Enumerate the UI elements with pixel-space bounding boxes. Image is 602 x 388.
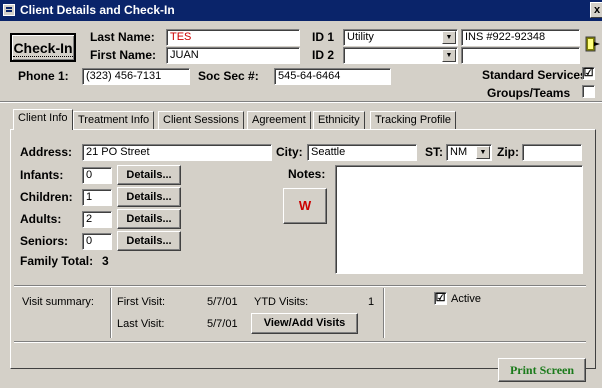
adults-label: Adults: <box>20 212 62 226</box>
family-total-label: Family Total: <box>20 254 94 268</box>
address-field[interactable]: 21 PO Street <box>82 144 272 161</box>
client-details-window: Client Details and Check-In x Check-In L… <box>0 0 602 388</box>
id2-label: ID 2 <box>312 48 335 62</box>
check-in-label: Check-In <box>13 40 73 57</box>
chevron-down-icon[interactable]: ▼ <box>476 146 490 159</box>
tab-client-info[interactable]: Client Info <box>13 109 73 130</box>
id1-type-select[interactable]: Utility ▼ <box>343 29 458 46</box>
last-visit-label: Last Visit: <box>117 318 165 330</box>
infants-label: Infants: <box>20 168 64 182</box>
active-label: Active <box>451 293 481 305</box>
view-add-visits-button[interactable]: View/Add Visits <box>251 313 358 334</box>
tab-client-sessions[interactable]: Client Sessions <box>158 111 244 129</box>
infants-field[interactable]: 0 <box>82 167 112 184</box>
state-label: ST: <box>425 145 443 159</box>
visit-summary-divider-top <box>14 285 586 287</box>
form-icon <box>3 4 15 16</box>
last-visit-value: 5/7/01 <box>207 318 238 330</box>
first-visit-value: 5/7/01 <box>207 296 238 308</box>
standard-services-checkbox[interactable]: ☑ <box>582 67 595 80</box>
state-select[interactable]: NM ▼ <box>446 144 492 161</box>
tab-tracking-profile[interactable]: Tracking Profile <box>370 111 457 129</box>
chevron-down-icon[interactable]: ▼ <box>442 31 456 44</box>
window-title: Client Details and Check-In <box>20 3 175 17</box>
standard-services-label: Standard Services <box>482 68 587 82</box>
ytd-visits-value: 1 <box>368 296 375 308</box>
first-name-label: First Name: <box>90 48 157 62</box>
family-total-value: 3 <box>102 254 109 268</box>
ytd-visits-label: YTD Visits: <box>254 296 309 308</box>
last-name-field[interactable]: TES <box>166 29 300 46</box>
zip-label: Zip: <box>497 145 519 159</box>
tab-agreement[interactable]: Agreement <box>247 111 311 129</box>
address-label: Address: <box>20 145 73 159</box>
ssn-field[interactable]: 545-64-6464 <box>274 68 391 85</box>
visit-summary-separator-right <box>383 288 384 338</box>
last-name-label: Last Name: <box>90 30 155 44</box>
groups-teams-label: Groups/Teams <box>487 86 571 100</box>
infants-details-button[interactable]: Details... <box>117 165 181 185</box>
first-name-field[interactable]: JUAN <box>166 47 300 64</box>
id1-type-value: Utility <box>347 31 374 43</box>
phone1-field[interactable]: (323) 456-7131 <box>82 68 190 85</box>
id1-label: ID 1 <box>312 30 335 44</box>
first-visit-label: First Visit: <box>117 296 166 308</box>
phone1-label: Phone 1: <box>18 69 69 83</box>
visit-summary-separator <box>110 288 111 338</box>
adults-details-button[interactable]: Details... <box>117 209 181 229</box>
seniors-label: Seniors: <box>20 234 69 248</box>
id2-value-field[interactable] <box>461 47 580 64</box>
id1-value-field[interactable]: INS #922-92348 <box>461 29 580 46</box>
header-divider <box>0 101 602 103</box>
children-field[interactable]: 1 <box>82 189 112 206</box>
id2-type-select[interactable]: ▼ <box>343 47 458 64</box>
notes-field[interactable] <box>335 165 583 274</box>
state-value: NM <box>450 146 468 158</box>
exit-door-icon[interactable] <box>585 36 601 52</box>
chevron-down-icon[interactable]: ▼ <box>442 49 456 62</box>
city-field[interactable]: Seattle <box>307 144 417 161</box>
print-screen-button[interactable]: Print Screen <box>498 358 586 382</box>
close-button[interactable]: x <box>590 2 602 18</box>
visit-summary-label: Visit summary: <box>22 296 94 308</box>
w-button[interactable]: W <box>283 188 327 224</box>
tab-ethnicity[interactable]: Ethnicity <box>313 111 365 129</box>
check-in-button[interactable]: Check-In <box>10 33 76 62</box>
groups-teams-checkbox[interactable] <box>582 85 595 98</box>
adults-field[interactable]: 2 <box>82 211 112 228</box>
children-label: Children: <box>20 190 73 204</box>
children-details-button[interactable]: Details... <box>117 187 181 207</box>
ssn-label: Soc Sec #: <box>198 69 259 83</box>
city-label: City: <box>276 145 303 159</box>
seniors-details-button[interactable]: Details... <box>117 231 181 251</box>
active-checkbox[interactable]: ☑ <box>434 292 447 305</box>
tab-treatment-info[interactable]: Treatment Info <box>73 111 155 129</box>
zip-field[interactable] <box>522 144 582 161</box>
visit-summary-divider-bottom <box>14 341 586 343</box>
seniors-field[interactable]: 0 <box>82 233 112 250</box>
title-bar[interactable]: Client Details and Check-In x <box>0 0 602 21</box>
notes-label: Notes: <box>288 167 326 181</box>
